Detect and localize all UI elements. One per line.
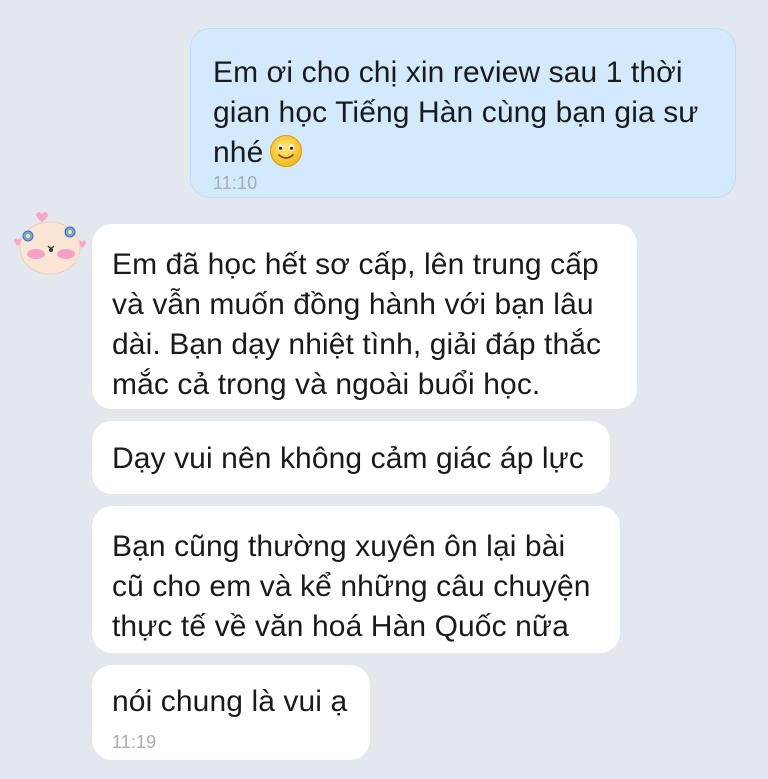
message-text: Em đã học hết sơ cấp, lên trung cấp và v… xyxy=(112,248,602,401)
incoming-message[interactable]: nói chung là vui ạ 11:19 xyxy=(92,665,370,760)
sticker-avatar-icon[interactable] xyxy=(8,206,92,284)
message-timestamp: 11:10 xyxy=(213,173,258,193)
outgoing-message[interactable]: Em ơi cho chị xin review sau 1 thời gian… xyxy=(190,28,736,198)
message-text: Dạy vui nên không cảm giác áp lực xyxy=(112,442,584,475)
incoming-message[interactable]: Em đã học hết sơ cấp, lên trung cấp và v… xyxy=(92,224,637,409)
message-timestamp: 11:19 xyxy=(112,732,157,752)
message-text: Bạn cũng thường xuyên ôn lại bài cũ cho … xyxy=(112,530,591,643)
smiling-face-emoji-icon xyxy=(270,135,303,168)
incoming-message[interactable]: Dạy vui nên không cảm giác áp lực xyxy=(92,421,610,494)
incoming-message[interactable]: Bạn cũng thường xuyên ôn lại bài cũ cho … xyxy=(92,506,620,653)
message-text: nói chung là vui ạ xyxy=(112,685,348,718)
